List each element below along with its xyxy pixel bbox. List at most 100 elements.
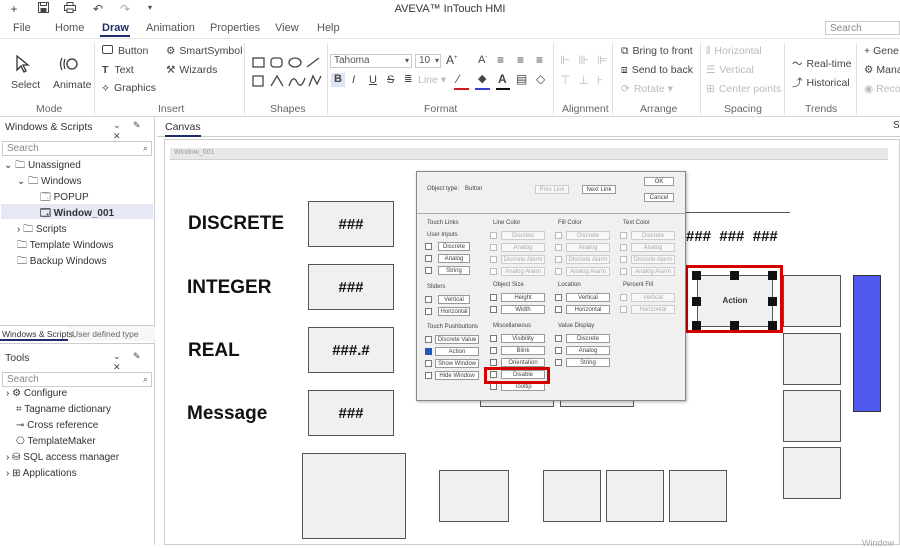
tab-user-defined-type[interactable]: User defined type [72, 329, 139, 339]
checkbox-misc-orientation[interactable] [490, 359, 497, 366]
checkbox-ui-analog[interactable] [425, 255, 432, 262]
bring-to-front-button[interactable]: ⧉ Bring to front [621, 45, 693, 58]
text-tool[interactable]: T Text [102, 64, 134, 76]
link-fc-discrete-alarm[interactable]: Discrete Alarm [566, 255, 610, 264]
next-link-button[interactable]: Next Link [582, 185, 616, 194]
checkbox-tc-discrete[interactable] [620, 232, 627, 239]
checkbox-loc-horizontal[interactable] [555, 306, 562, 313]
tree-item-scripts[interactable]: › 🗀 Scripts [17, 222, 66, 239]
canvas-rectangle[interactable] [783, 390, 841, 442]
rotate-button[interactable]: ⟳ Rotate ▾ [621, 83, 673, 95]
link-lc-analog-alarm[interactable]: Analog Alarm [501, 267, 545, 276]
link-pf-vertical[interactable]: Vertical [631, 293, 675, 302]
link-ui-string[interactable]: String [438, 266, 470, 275]
font-family-combo[interactable]: Tahoma ▾ [330, 54, 412, 68]
link-pb-hide-window[interactable]: Hide Window [435, 371, 479, 380]
chevron-right-icon[interactable]: S [893, 120, 900, 131]
tree-item-backup-windows[interactable]: 🗀 Backup Windows [17, 254, 106, 271]
ok-button[interactable]: OK [644, 177, 674, 186]
checkbox-lc-analog[interactable] [490, 244, 497, 251]
manage-button[interactable]: ⚙ Mana [864, 64, 900, 76]
checkbox-pb-show-window[interactable] [425, 360, 432, 367]
tool-item-applications[interactable]: › ⊞ Applications [6, 468, 77, 479]
canvas-rectangle[interactable] [783, 333, 841, 385]
tree-item-windows[interactable]: ⌄ 🗀 Windows [17, 174, 82, 191]
tab-windows-scripts[interactable]: Windows & Scripts [0, 326, 73, 341]
link-misc-blink[interactable]: Blink [501, 346, 545, 355]
checkbox-pb-hide-window[interactable] [425, 372, 432, 379]
checkbox-pb-action-checked[interactable] [425, 348, 432, 355]
blue-bar[interactable] [853, 275, 881, 412]
menu-home[interactable]: Home [55, 22, 84, 34]
font-grow-icon[interactable]: A+ [446, 53, 458, 67]
link-ui-discrete[interactable]: Discrete [438, 242, 470, 251]
font-shrink-icon[interactable]: A- [478, 54, 487, 66]
checkbox-pf-horizontal[interactable] [620, 306, 627, 313]
select-icon[interactable] [15, 54, 31, 76]
checkbox-fc-analog-alarm[interactable] [555, 268, 562, 275]
animate-button[interactable]: Animate [53, 79, 92, 91]
link-pb-discrete-value[interactable]: Discrete Value [435, 335, 479, 344]
text-color-icon[interactable]: A [498, 72, 507, 86]
checkbox-vd-string[interactable] [555, 359, 562, 366]
canvas-rectangle[interactable] [783, 275, 841, 327]
link-pf-horizontal[interactable]: Horizontal [631, 305, 675, 314]
menu-properties[interactable]: Properties [210, 22, 260, 34]
link-size-width[interactable]: Width [501, 305, 545, 314]
align-objects-bottom-row[interactable]: ⊤⊥⊦ [560, 73, 611, 87]
tool-item-sql-access-manager[interactable]: › ⛁ SQL access manager [6, 452, 119, 463]
link-pb-show-window[interactable]: Show Window [435, 359, 479, 368]
strikethrough-icon[interactable]: S [387, 74, 394, 86]
line-width-combo[interactable]: Line ▾ [418, 74, 446, 86]
checkbox-tc-analog-alarm[interactable] [620, 268, 627, 275]
panel-controls[interactable]: ⌄ ✎ ✕ [113, 120, 154, 142]
cancel-button[interactable]: Cancel [644, 193, 674, 202]
canvas-rectangle[interactable] [439, 470, 509, 522]
animate-icon[interactable] [59, 55, 81, 76]
tab-canvas[interactable]: Canvas [165, 121, 201, 137]
checkbox-pf-vertical[interactable] [620, 294, 627, 301]
link-loc-vertical[interactable]: Vertical [566, 293, 610, 302]
pattern-icon[interactable]: ▤ [516, 72, 527, 86]
checkbox-pb-discrete-value[interactable] [425, 336, 432, 343]
tool-item-cross-reference[interactable]: ⊸ Cross reference [16, 420, 98, 431]
checkbox-size-height[interactable] [490, 294, 497, 301]
tree-item-window-001[interactable]: 🗔 Window_001 [40, 206, 114, 223]
checkbox-size-width[interactable] [490, 306, 497, 313]
link-ui-analog[interactable]: Analog [438, 254, 470, 263]
checkbox-tc-discrete-alarm[interactable] [620, 256, 627, 263]
line-color-icon[interactable]: ⁄ [457, 72, 459, 86]
link-vd-analog[interactable]: Analog [566, 346, 610, 355]
checkbox-vd-analog[interactable] [555, 347, 562, 354]
realtime-trend-button[interactable]: 〜 Real-time [792, 56, 851, 71]
global-search-input[interactable]: Search [825, 21, 900, 35]
link-misc-orientation[interactable]: Orientation [501, 358, 545, 367]
historical-trend-button[interactable]: ⤴ Historical [792, 75, 850, 90]
select-button[interactable]: Select [11, 79, 40, 91]
link-loc-horizontal[interactable]: Horizontal [566, 305, 610, 314]
fill-color-icon[interactable]: ◆ [478, 72, 486, 85]
link-lc-analog[interactable]: Analog [501, 243, 545, 252]
link-slider-horizontal[interactable]: Horizontal [438, 307, 470, 316]
link-fc-discrete[interactable]: Discrete [566, 231, 610, 240]
button-tool[interactable]: Button [102, 45, 148, 57]
canvas-rectangle[interactable] [302, 453, 406, 539]
checkbox-fc-discrete[interactable] [555, 232, 562, 239]
tree-item-unassigned[interactable]: ⌄ 🗀 Unassigned [4, 158, 81, 175]
canvas-rectangle[interactable] [669, 470, 727, 522]
align-center-icon[interactable]: ≡ [517, 53, 524, 67]
menu-animation[interactable]: Animation [146, 22, 195, 34]
link-tc-discrete-alarm[interactable]: Discrete Alarm [631, 255, 675, 264]
checkbox-misc-blink[interactable] [490, 347, 497, 354]
tool-item-tagname-dictionary[interactable]: ⌗ Tagname dictionary [16, 404, 111, 415]
record-button[interactable]: ◉ Reco [864, 83, 900, 95]
checkbox-slider-horizontal[interactable] [425, 308, 432, 315]
link-tc-analog-alarm[interactable]: Analog Alarm [631, 267, 675, 276]
link-fc-analog[interactable]: Analog [566, 243, 610, 252]
bold-icon[interactable]: B [331, 73, 345, 87]
wizards-tool[interactable]: ⚒ Wizards [166, 64, 217, 76]
message-value-field[interactable]: ### [308, 390, 394, 436]
underline-icon[interactable]: U [369, 74, 377, 86]
line-style-icon[interactable]: ≣ [404, 74, 412, 85]
checkbox-lc-discrete[interactable] [490, 232, 497, 239]
